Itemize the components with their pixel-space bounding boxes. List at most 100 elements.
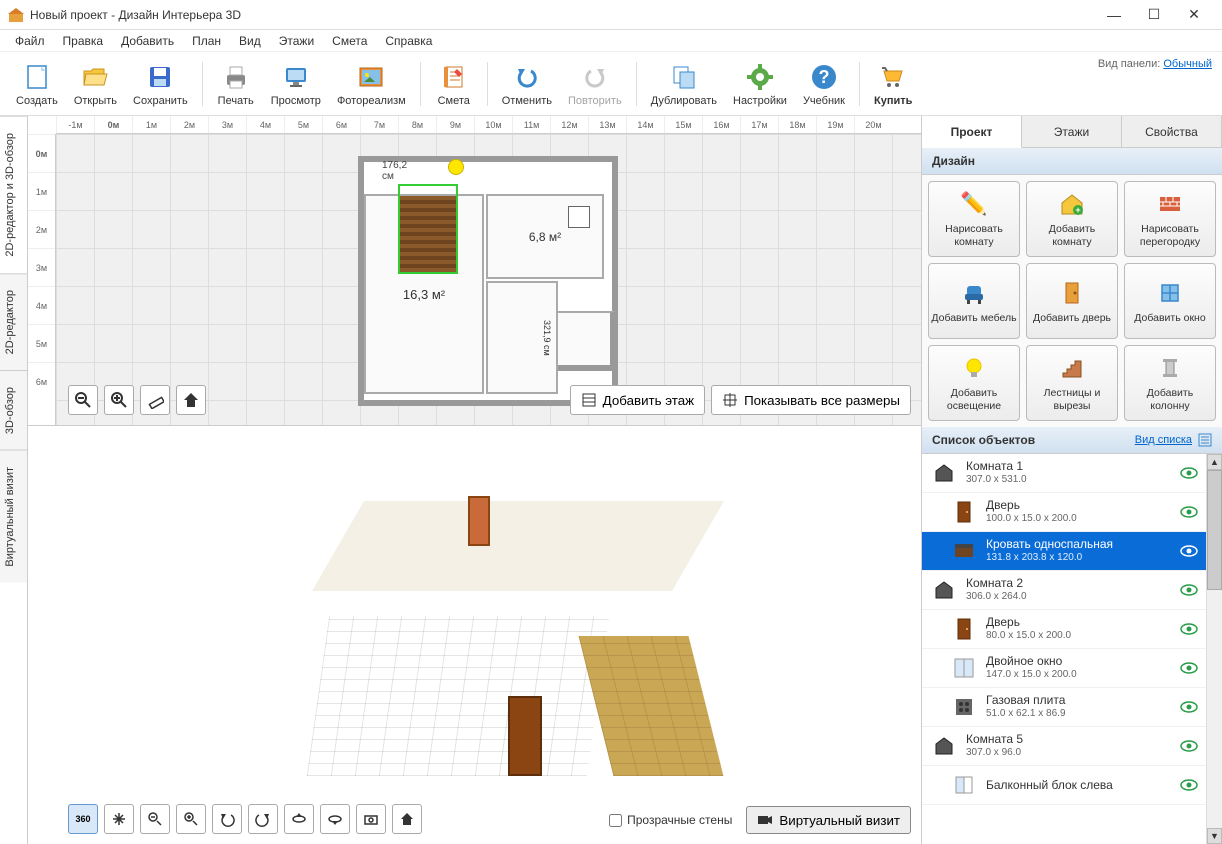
- panel-mode-link[interactable]: Обычный: [1163, 58, 1212, 70]
- minimize-button[interactable]: —: [1094, 1, 1134, 29]
- object-list-scrollbar[interactable]: ▲ ▼: [1206, 454, 1222, 844]
- pan-button[interactable]: [104, 804, 134, 834]
- tb-create[interactable]: Создать: [8, 57, 66, 111]
- tb-save[interactable]: Сохранить: [125, 57, 196, 111]
- add-lighting-button[interactable]: Добавить освещение: [928, 345, 1020, 421]
- zoom-out-button[interactable]: [68, 385, 98, 415]
- rotate-left-button[interactable]: [212, 804, 242, 834]
- extension[interactable]: [558, 311, 616, 371]
- home-button[interactable]: [176, 385, 206, 415]
- show-dims-button[interactable]: Показывать все размеры: [711, 385, 911, 415]
- tb-duplicate[interactable]: Дублировать: [643, 57, 725, 111]
- tb-print[interactable]: Печать: [209, 57, 263, 111]
- orbit-360-button[interactable]: 360: [68, 804, 98, 834]
- light-bulb-icon[interactable]: [448, 159, 464, 175]
- tb-open[interactable]: Открыть: [66, 57, 125, 111]
- visibility-toggle[interactable]: [1180, 662, 1198, 674]
- zoom-in-3d-button[interactable]: [176, 804, 206, 834]
- rtab-project[interactable]: Проект: [922, 116, 1022, 148]
- virtual-visit-button[interactable]: Виртуальный визит: [746, 806, 911, 834]
- list-settings-icon[interactable]: [1198, 433, 1212, 447]
- side-tab-both[interactable]: 2D-редактор и 3D-обзор: [0, 116, 27, 273]
- list-item[interactable]: Комната 2306.0 x 264.0: [922, 571, 1206, 610]
- room-plus-icon: +: [1057, 189, 1087, 219]
- zoom-out-3d-button[interactable]: [140, 804, 170, 834]
- list-item[interactable]: Кровать односпальная131.8 x 203.8 x 120.…: [922, 532, 1206, 571]
- list-item[interactable]: Балконный блок слева: [922, 766, 1206, 805]
- transparent-walls-checkbox[interactable]: Прозрачные стены: [609, 813, 732, 827]
- visibility-toggle[interactable]: [1180, 506, 1198, 518]
- scroll-down-button[interactable]: ▼: [1207, 828, 1222, 844]
- visibility-toggle[interactable]: [1180, 623, 1198, 635]
- menu-floors[interactable]: Этажи: [270, 32, 323, 50]
- add-column-button[interactable]: Добавить колонну: [1124, 345, 1216, 421]
- visibility-toggle[interactable]: [1180, 545, 1198, 557]
- camera-button[interactable]: [356, 804, 386, 834]
- zoom-in-button[interactable]: [104, 385, 134, 415]
- menu-estimate[interactable]: Смета: [323, 32, 376, 50]
- add-door-button[interactable]: Добавить дверь: [1026, 263, 1118, 339]
- menu-help[interactable]: Справка: [376, 32, 441, 50]
- tb-estimate[interactable]: Смета: [427, 57, 481, 111]
- transparent-checkbox-input[interactable]: [609, 814, 622, 827]
- side-tabs: 2D-редактор и 3D-обзор 2D-редактор 3D-об…: [0, 116, 28, 844]
- tb-separator: [636, 62, 637, 106]
- view-2d[interactable]: -1м0м1м2м3м4м5м6м7м8м9м10м11м12м13м14м15…: [28, 116, 921, 426]
- exterior-door-3d: [508, 696, 542, 776]
- scroll-track[interactable]: [1207, 590, 1222, 828]
- tb-settings[interactable]: Настройки: [725, 57, 795, 111]
- door-icon: [1057, 278, 1087, 308]
- home-3d-button[interactable]: [392, 804, 422, 834]
- menu-plan[interactable]: План: [183, 32, 230, 50]
- visibility-toggle[interactable]: [1180, 467, 1198, 479]
- list-item[interactable]: Дверь80.0 x 15.0 x 200.0: [922, 610, 1206, 649]
- view-3d[interactable]: 360 Прозрачные стены Виртуальный визит: [28, 426, 921, 844]
- stairs-button[interactable]: Лестницы и вырезы: [1026, 345, 1118, 421]
- side-tab-3d[interactable]: 3D-обзор: [0, 370, 27, 450]
- scroll-thumb[interactable]: [1207, 470, 1222, 590]
- add-floor-button[interactable]: Добавить этаж: [570, 385, 705, 415]
- camera-icon: [757, 812, 773, 828]
- tb-tutorial[interactable]: ?Учебник: [795, 57, 853, 111]
- list-item[interactable]: Комната 1307.0 x 531.0: [922, 454, 1206, 493]
- item-name: Балконный блок слева: [986, 778, 1180, 793]
- item-dimensions: 307.0 x 96.0: [966, 747, 1180, 760]
- menu-edit[interactable]: Правка: [54, 32, 113, 50]
- list-mode-link[interactable]: Вид списка: [1135, 434, 1192, 446]
- list-item[interactable]: Двойное окно147.0 x 15.0 x 200.0: [922, 649, 1206, 688]
- list-item[interactable]: Комната 5307.0 x 96.0: [922, 727, 1206, 766]
- rtab-props[interactable]: Свойства: [1122, 116, 1222, 147]
- tilt-down-button[interactable]: [320, 804, 350, 834]
- menu-add[interactable]: Добавить: [112, 32, 183, 50]
- side-tab-virtual[interactable]: Виртуальный визит: [0, 450, 27, 583]
- scroll-up-button[interactable]: ▲: [1207, 454, 1222, 470]
- draw-room-button[interactable]: ✏️Нарисовать комнату: [928, 181, 1020, 257]
- side-tab-2d[interactable]: 2D-редактор: [0, 273, 27, 370]
- visibility-toggle[interactable]: [1180, 779, 1198, 791]
- tb-preview[interactable]: Просмотр: [263, 57, 329, 111]
- tb-buy[interactable]: Купить: [866, 57, 920, 111]
- bathroom[interactable]: 321,9 см: [486, 281, 558, 394]
- draw-partition-button[interactable]: Нарисовать перегородку: [1124, 181, 1216, 257]
- visibility-toggle[interactable]: [1180, 701, 1198, 713]
- close-button[interactable]: ✕: [1174, 1, 1214, 29]
- visibility-toggle[interactable]: [1180, 584, 1198, 596]
- list-item[interactable]: Газовая плита51.0 x 62.1 x 86.9: [922, 688, 1206, 727]
- menu-view[interactable]: Вид: [230, 32, 270, 50]
- visibility-toggle[interactable]: [1180, 740, 1198, 752]
- rtab-floors[interactable]: Этажи: [1022, 116, 1122, 147]
- tilt-up-button[interactable]: [284, 804, 314, 834]
- add-furniture-button[interactable]: Добавить мебель: [928, 263, 1020, 339]
- balcony-icon: [950, 771, 978, 799]
- list-item[interactable]: Дверь100.0 x 15.0 x 200.0: [922, 493, 1206, 532]
- add-window-button[interactable]: Добавить окно: [1124, 263, 1216, 339]
- measure-button[interactable]: [140, 385, 170, 415]
- item-dimensions: 307.0 x 531.0: [966, 474, 1180, 487]
- tb-undo[interactable]: Отменить: [494, 57, 560, 111]
- stove-object[interactable]: [568, 206, 590, 228]
- menu-file[interactable]: Файл: [6, 32, 54, 50]
- rotate-right-button[interactable]: [248, 804, 278, 834]
- add-room-button[interactable]: +Добавить комнату: [1026, 181, 1118, 257]
- tb-photorealism[interactable]: Фотореализм: [329, 57, 414, 111]
- maximize-button[interactable]: ☐: [1134, 1, 1174, 29]
